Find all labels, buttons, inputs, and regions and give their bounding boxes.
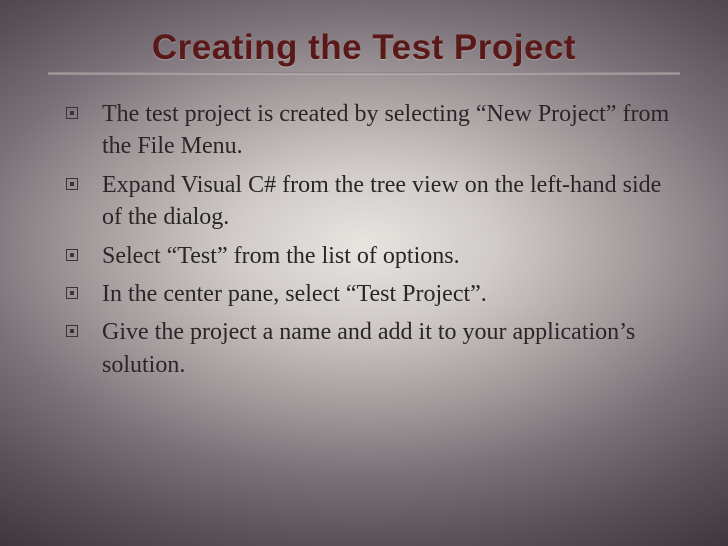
bullet-list: The test project is created by selecting… xyxy=(48,98,680,381)
list-item: Select “Test” from the list of options. xyxy=(66,240,680,272)
list-item: Give the project a name and add it to yo… xyxy=(66,316,680,381)
title-underline xyxy=(48,72,680,74)
slide: Creating the Test Project The test proje… xyxy=(0,0,728,546)
list-item: The test project is created by selecting… xyxy=(66,98,680,163)
slide-title: Creating the Test Project xyxy=(48,28,680,68)
list-item: In the center pane, select “Test Project… xyxy=(66,278,680,310)
list-item: Expand Visual C# from the tree view on t… xyxy=(66,169,680,234)
